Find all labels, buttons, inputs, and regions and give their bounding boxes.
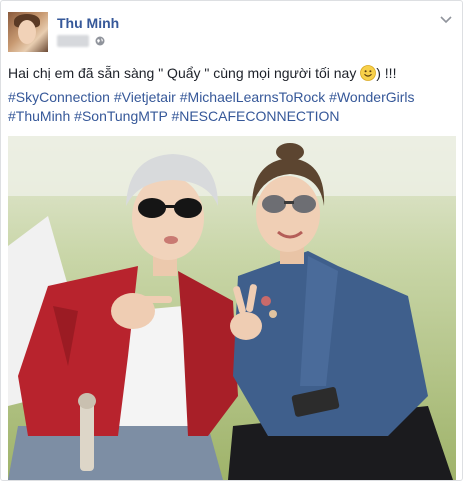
globe-icon[interactable] <box>95 36 105 46</box>
author-avatar[interactable] <box>8 12 48 52</box>
hashtag-link[interactable]: #SkyConnection <box>8 89 110 105</box>
post-timestamp-blurred[interactable] <box>57 35 89 47</box>
hashtag-list: #SkyConnection #Vietjetair #MichaelLearn… <box>8 88 456 126</box>
post-text-suffix: ) !!! <box>376 65 397 81</box>
hashtag-link[interactable]: #SonTungMTP <box>74 108 167 124</box>
post-photo[interactable] <box>8 136 456 480</box>
author-name[interactable]: Thu Minh <box>57 15 119 31</box>
hashtag-link[interactable]: #NESCAFECONNECTION <box>171 108 339 124</box>
hashtag-link[interactable]: #MichaelLearnsToRock <box>180 89 326 105</box>
hashtag-link[interactable]: #Vietjetair <box>114 89 176 105</box>
post-meta <box>57 35 105 47</box>
avatar-face <box>18 20 36 44</box>
chevron-down-icon[interactable] <box>438 11 454 27</box>
smiley-emoji-icon <box>360 65 377 81</box>
post-text-body: Hai chị em đã sẵn sàng " Quẩy " cùng mọi… <box>8 65 361 81</box>
post-text: Hai chị em đã sẵn sàng " Quẩy " cùng mọi… <box>8 63 456 83</box>
hashtag-link[interactable]: #WonderGirls <box>329 89 414 105</box>
facebook-post-card: Thu Minh Hai chị em đã sẵn sàng " Quẩy "… <box>0 0 463 481</box>
hashtag-link[interactable]: #ThuMinh <box>8 108 70 124</box>
photo-illustration <box>8 136 456 480</box>
